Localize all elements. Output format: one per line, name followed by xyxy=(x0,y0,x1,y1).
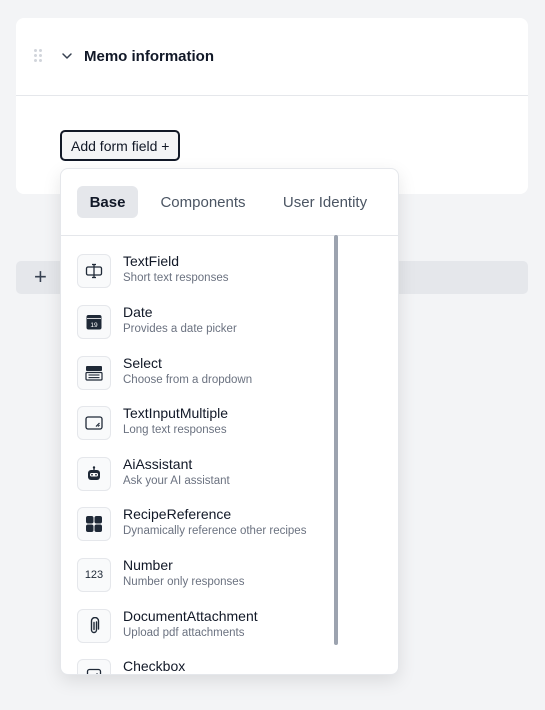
paperclip-icon xyxy=(77,609,111,643)
tab-components[interactable]: Components xyxy=(153,186,253,218)
field-option-checkbox[interactable]: Checkbox xyxy=(77,658,377,674)
field-option-description: Choose from a dropdown xyxy=(123,374,253,386)
field-option-select[interactable]: Select Choose from a dropdown xyxy=(77,355,377,395)
tab-user-identity[interactable]: User Identity xyxy=(273,186,377,218)
field-option-description: Number only responses xyxy=(123,576,245,588)
add-form-field-button[interactable]: Add form field + xyxy=(60,130,181,161)
section-title: Memo information xyxy=(84,48,214,65)
field-option-recipereference[interactable]: RecipeReference Dynamically reference ot… xyxy=(77,506,377,546)
field-option-title: Checkbox xyxy=(123,658,186,674)
field-type-tabs: Base Components User Identity xyxy=(61,169,398,236)
select-icon xyxy=(77,356,111,390)
grid-icon xyxy=(77,507,111,541)
calendar-icon: 19 xyxy=(77,305,111,339)
field-option-description: Upload pdf attachments xyxy=(123,627,245,639)
robot-icon xyxy=(77,457,111,491)
field-type-dropdown: Base Components User Identity TextField … xyxy=(60,168,399,675)
field-option-title: DocumentAttachment xyxy=(123,608,258,624)
checkbox-icon xyxy=(77,659,111,674)
textarea-icon xyxy=(77,406,111,440)
field-option-title: Number xyxy=(123,557,173,573)
field-option-description: Short text responses xyxy=(123,272,229,284)
field-option-number[interactable]: 123 Number Number only responses xyxy=(77,557,377,597)
textfield-icon xyxy=(77,254,111,288)
calendar-day-text: 19 xyxy=(90,322,98,329)
field-option-date[interactable]: 19 Date Provides a date picker xyxy=(77,304,377,344)
field-option-textinputmultiple[interactable]: TextInputMultiple Long text responses xyxy=(77,405,377,445)
number-icon-text: 123 xyxy=(84,569,104,581)
field-option-title: Select xyxy=(123,355,162,371)
field-type-list: TextField Short text responses 19 Date P… xyxy=(61,236,398,674)
field-option-description: Long text responses xyxy=(123,424,227,436)
field-option-title: RecipeReference xyxy=(123,506,232,522)
chevron-down-icon[interactable] xyxy=(61,50,73,62)
field-option-description: Dynamically reference other recipes xyxy=(123,525,307,537)
field-option-description: Ask your AI assistant xyxy=(123,475,230,487)
number-icon: 123 xyxy=(77,558,111,592)
tab-base[interactable]: Base xyxy=(77,186,138,218)
field-option-description: Provides a date picker xyxy=(123,323,237,335)
field-option-title: AiAssistant xyxy=(123,456,193,472)
field-option-title: TextField xyxy=(123,253,180,269)
field-option-aiassistant[interactable]: AiAssistant Ask your AI assistant xyxy=(77,456,377,496)
field-option-textfield[interactable]: TextField Short text responses xyxy=(77,253,377,293)
plus-icon[interactable]: + xyxy=(34,265,47,289)
dropdown-scrollbar[interactable] xyxy=(334,235,338,645)
section-header[interactable]: Memo information xyxy=(16,18,528,96)
field-option-title: TextInputMultiple xyxy=(123,405,229,421)
field-option-documentattachment[interactable]: DocumentAttachment Upload pdf attachment… xyxy=(77,608,377,648)
drag-handle-icon[interactable] xyxy=(34,49,42,63)
field-option-title: Date xyxy=(123,304,153,320)
